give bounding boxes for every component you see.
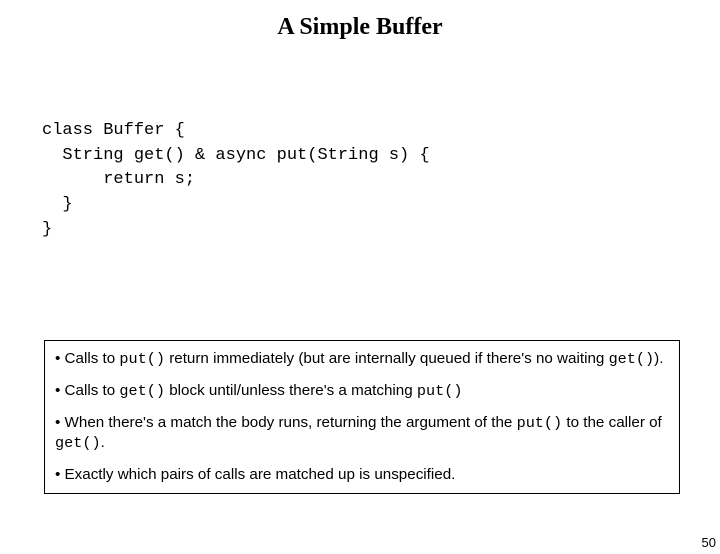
inline-code: get() (609, 350, 655, 368)
inline-code: put() (119, 350, 165, 368)
bullet-text: ). (654, 350, 663, 367)
code-line: } (42, 195, 73, 214)
code-line: String get() & async put(String s) { (42, 146, 430, 165)
bullet-text: • When there's a match the body runs, re… (55, 414, 517, 431)
inline-code: get() (55, 434, 101, 452)
notes-box: • Calls to put() return immediately (but… (44, 340, 680, 494)
bullet-text: return immediately (but are internally q… (165, 350, 609, 367)
slide-title: A Simple Buffer (0, 14, 720, 41)
bullet-text: • Calls to (55, 350, 119, 367)
bullet-item: • Calls to put() return immediately (but… (55, 349, 669, 369)
bullet-text: . (101, 434, 105, 451)
page-number: 50 (702, 535, 716, 550)
inline-code: put() (517, 414, 563, 432)
code-line: return s; (42, 170, 195, 189)
code-block: class Buffer { String get() & async put(… (42, 119, 720, 242)
code-line: } (42, 220, 52, 239)
bullet-text: to the caller of (562, 414, 662, 431)
code-line: class Buffer { (42, 121, 185, 140)
inline-code: get() (119, 382, 165, 400)
inline-code: put() (417, 382, 463, 400)
bullet-item: • Exactly which pairs of calls are match… (55, 465, 669, 485)
bullet-text: • Calls to (55, 382, 119, 399)
bullet-text: block until/unless there's a matching (165, 382, 417, 399)
bullet-item: • Calls to get() block until/unless ther… (55, 381, 669, 401)
bullet-text: • Exactly which pairs of calls are match… (55, 466, 455, 483)
bullet-item: • When there's a match the body runs, re… (55, 413, 669, 453)
